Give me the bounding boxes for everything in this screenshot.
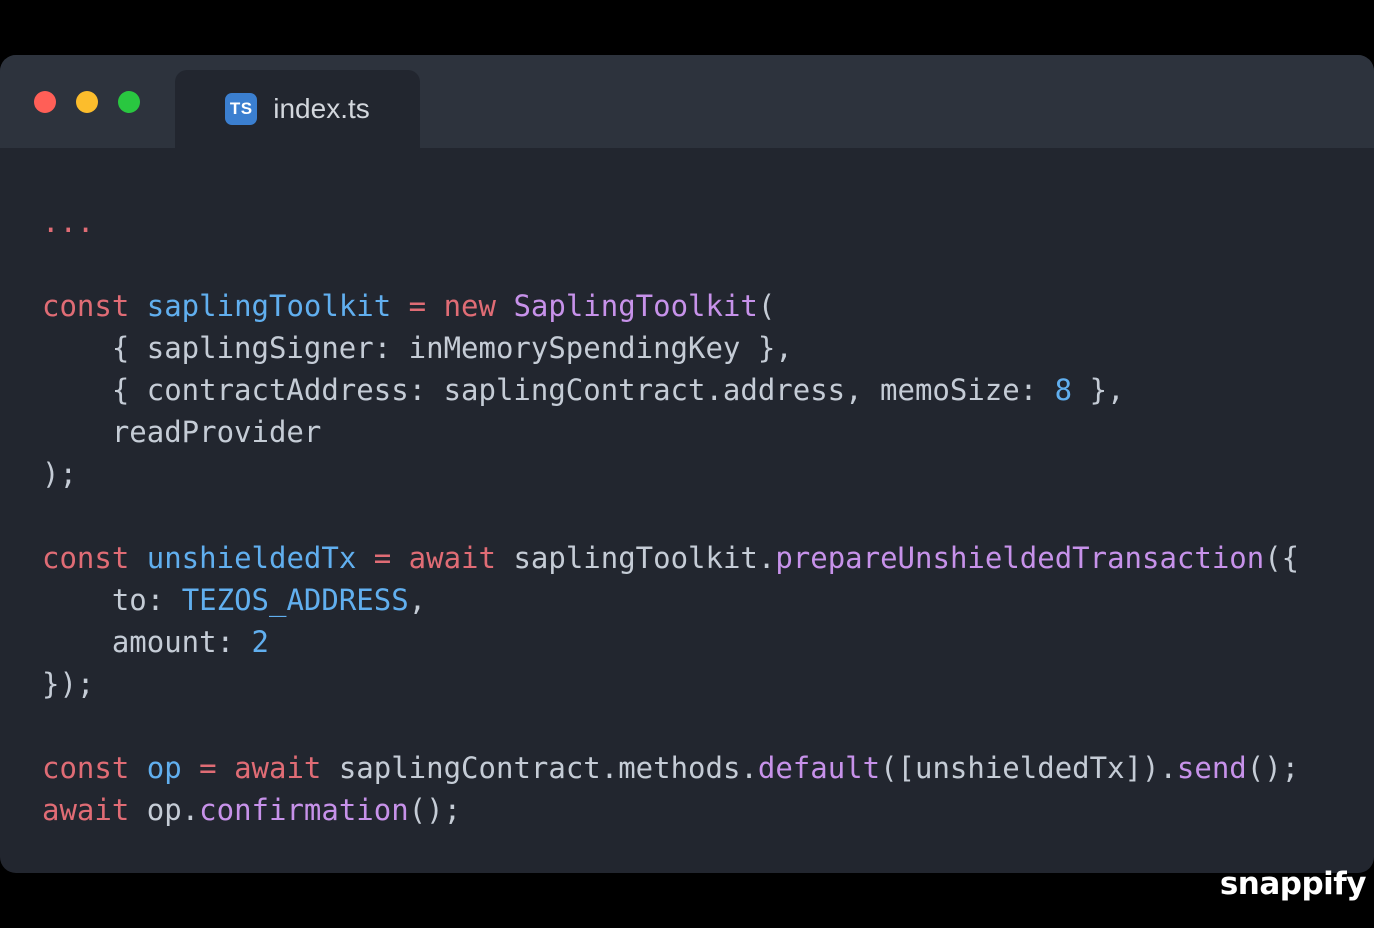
code-token: confirmation bbox=[199, 793, 409, 827]
code-token: op bbox=[146, 751, 200, 785]
code-token: saplingToolkit bbox=[146, 289, 409, 323]
code-token: { saplingSigner: inMemorySpendingKey }, bbox=[42, 331, 793, 365]
code-line: { contractAddress: saplingContract.addre… bbox=[42, 369, 1354, 411]
code-editor[interactable]: ... const saplingToolkit = new SaplingTo… bbox=[0, 148, 1374, 873]
code-token: const bbox=[42, 289, 147, 323]
code-token: ... bbox=[42, 205, 95, 239]
code-line: ... bbox=[42, 201, 1354, 243]
code-token: op. bbox=[146, 793, 200, 827]
code-token: prepareUnshieldedTransaction bbox=[775, 541, 1265, 575]
code-line: to: TEZOS_ADDRESS, bbox=[42, 579, 1354, 621]
traffic-light-close-button[interactable] bbox=[34, 90, 56, 113]
code-token: unshieldedTx bbox=[146, 541, 374, 575]
code-token: ([unshieldedTx]). bbox=[880, 751, 1177, 785]
code-line: readProvider bbox=[42, 411, 1354, 453]
code-token: = await bbox=[373, 541, 514, 575]
code-token: SaplingToolkit bbox=[513, 289, 758, 323]
code-token: }, bbox=[1072, 373, 1125, 407]
code-token: ); bbox=[42, 457, 77, 491]
code-line: const unshieldedTx = await saplingToolki… bbox=[42, 537, 1354, 579]
code-token: await bbox=[42, 793, 147, 827]
traffic-light-zoom-button[interactable] bbox=[118, 90, 140, 113]
watermark-logo: snappify bbox=[1219, 866, 1367, 902]
code-token: amount: bbox=[42, 625, 252, 659]
typescript-icon: TS bbox=[225, 93, 258, 125]
traffic-lights bbox=[0, 55, 175, 148]
code-line: }); bbox=[42, 663, 1354, 705]
code-token: const bbox=[42, 751, 147, 785]
code-line: { saplingSigner: inMemorySpendingKey }, bbox=[42, 327, 1354, 369]
code-token: (); bbox=[408, 793, 462, 827]
code-token: const bbox=[42, 541, 147, 575]
page-background: { "window": { "traffic_lights": [ { "nam… bbox=[0, 0, 1374, 928]
code-token: saplingContract.methods. bbox=[338, 751, 758, 785]
code-token: to: bbox=[42, 583, 182, 617]
code-editor-window: TS index.ts ... const saplingToolkit = n… bbox=[0, 55, 1374, 873]
code-token: 2 bbox=[251, 625, 269, 659]
code-token: saplingToolkit. bbox=[513, 541, 776, 575]
code-token: = await bbox=[199, 751, 339, 785]
tab-label: index.ts bbox=[273, 93, 370, 124]
code-token: ({ bbox=[1264, 541, 1300, 575]
code-token: , bbox=[408, 583, 427, 617]
code-line: amount: 2 bbox=[42, 621, 1354, 663]
code-token: (); bbox=[1246, 751, 1300, 785]
code-token: readProvider bbox=[42, 415, 322, 449]
code-token: TEZOS_ADDRESS bbox=[181, 583, 409, 617]
code-line: ); bbox=[42, 453, 1354, 495]
code-token: = new bbox=[408, 289, 514, 323]
code-token: }); bbox=[42, 667, 95, 701]
code-line: await op.confirmation(); bbox=[42, 789, 1354, 831]
code-line: const op = await saplingContract.methods… bbox=[42, 747, 1354, 789]
code-token: { contractAddress: saplingContract.addre… bbox=[42, 373, 1055, 407]
tab-bar: TS index.ts bbox=[0, 55, 1374, 148]
code-token: default bbox=[757, 751, 881, 785]
tab-index-ts[interactable]: TS index.ts bbox=[175, 70, 420, 148]
traffic-light-minimize-button[interactable] bbox=[76, 90, 98, 113]
code-token: ( bbox=[757, 289, 776, 323]
code-token: 8 bbox=[1054, 373, 1073, 407]
code-line: const saplingToolkit = new SaplingToolki… bbox=[42, 285, 1354, 327]
code-token: send bbox=[1176, 751, 1247, 785]
